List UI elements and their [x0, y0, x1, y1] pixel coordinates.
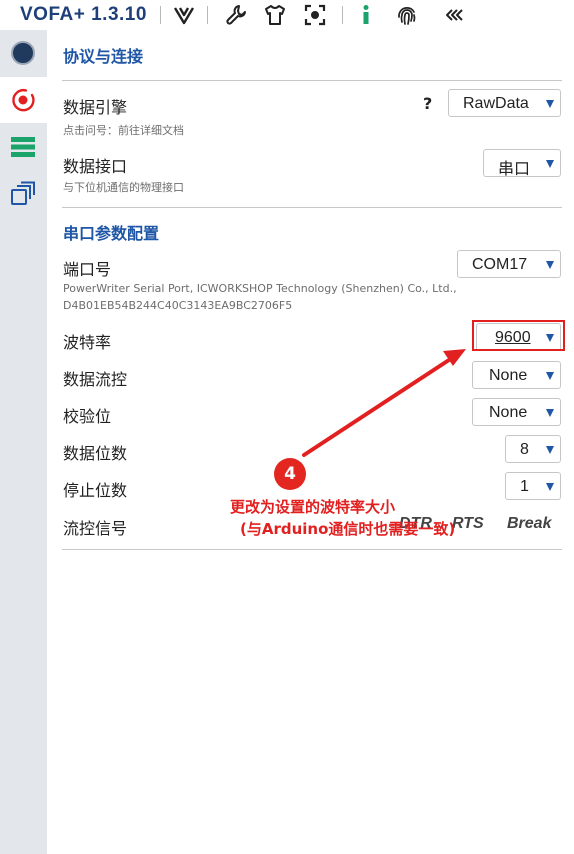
screenshot-focus-icon[interactable]: [303, 3, 327, 27]
dropdown-arrow-icon: [546, 372, 554, 380]
parity-select-value: None: [489, 404, 528, 421]
break-toggle[interactable]: Break: [507, 515, 551, 533]
data-bits-select-value: 8: [520, 441, 529, 458]
data-bits-select[interactable]: 8: [505, 435, 561, 463]
flow-control-select-value: None: [489, 367, 528, 384]
collapse-chevrons-icon[interactable]: [443, 3, 467, 27]
port-select[interactable]: COM17: [457, 250, 561, 278]
interface-desc: 与下位机通信的物理接口: [63, 181, 184, 194]
rts-toggle[interactable]: RTS: [452, 515, 484, 533]
baud-label: 波特率: [63, 333, 112, 352]
port-desc-line2: D4B01EB54B244C40C3143EA9BC2706F5: [63, 299, 293, 312]
annotation-text-line2: (与Arduino通信时也需要一致): [240, 520, 456, 538]
stop-bits-select-value: 1: [520, 478, 529, 495]
engine-select-value: RawData: [463, 95, 529, 112]
app-title: VOFA+ 1.3.10: [20, 4, 147, 25]
dropdown-arrow-icon: [546, 261, 554, 269]
annotation-highlight-box: [472, 320, 565, 351]
flow-signals-label: 流控信号: [63, 519, 128, 538]
flow-control-select[interactable]: None: [472, 361, 561, 389]
dropdown-arrow-icon: [546, 409, 554, 417]
annotation-step-badge: 4: [274, 458, 306, 490]
toolbar-separator: [342, 6, 343, 24]
data-bits-label: 数据位数: [63, 444, 128, 463]
engine-help-button[interactable]: ?: [423, 94, 432, 113]
sidebar-item-commands[interactable]: [0, 124, 47, 170]
parity-label: 校验位: [63, 407, 112, 426]
toolbar-separator: [160, 6, 161, 24]
engine-label: 数据引擎: [63, 98, 128, 117]
divider: [62, 549, 562, 550]
engine-desc: 点击问号：前往详细文档: [63, 124, 184, 137]
connection-status-icon: [11, 41, 35, 65]
dropdown-arrow-icon: [546, 160, 554, 168]
engine-select[interactable]: RawData: [448, 89, 561, 117]
target-icon: [12, 88, 35, 112]
dropdown-arrow-icon: [546, 446, 554, 454]
port-label: 端口号: [63, 260, 112, 279]
dropdown-arrow-icon: [546, 100, 554, 108]
copy-windows-icon: [11, 181, 35, 205]
vofa-logo-icon[interactable]: [172, 3, 196, 27]
section-title-protocol: 协议与连接: [63, 47, 144, 66]
stop-bits-label: 停止位数: [63, 481, 128, 500]
interface-select[interactable]: 串口: [483, 149, 561, 178]
tshirt-icon[interactable]: [263, 3, 287, 27]
settings-panel: 协议与连接 数据引擎 ? RawData 点击问号：前往详细文档 数据接口 串口…: [47, 30, 574, 854]
divider: [62, 80, 562, 81]
sidebar-item-windows[interactable]: [0, 171, 47, 217]
section-title-serial: 串口参数配置: [63, 224, 160, 243]
port-select-value: COM17: [472, 256, 528, 273]
sidebar: [0, 30, 47, 854]
wrench-icon[interactable]: [224, 3, 248, 27]
port-desc-line1: PowerWriter Serial Port, ICWORKSHOP Tech…: [63, 282, 457, 295]
flow-control-label: 数据流控: [63, 370, 128, 389]
parity-select[interactable]: None: [472, 398, 561, 426]
stack-list-icon: [11, 137, 35, 157]
stop-bits-select[interactable]: 1: [505, 472, 561, 500]
info-icon[interactable]: [354, 3, 378, 27]
fingerprint-icon[interactable]: [395, 3, 419, 27]
annotation-text-line1: 更改为设置的波特率大小: [230, 498, 396, 516]
sidebar-item-status[interactable]: [0, 30, 47, 76]
toolbar-separator: [207, 6, 208, 24]
sidebar-item-connection[interactable]: [0, 77, 47, 123]
top-toolbar: VOFA+ 1.3.10: [0, 0, 574, 30]
divider: [62, 207, 562, 208]
dropdown-arrow-icon: [546, 483, 554, 491]
interface-label: 数据接口: [63, 157, 128, 176]
interface-select-value: 串口: [498, 161, 531, 178]
